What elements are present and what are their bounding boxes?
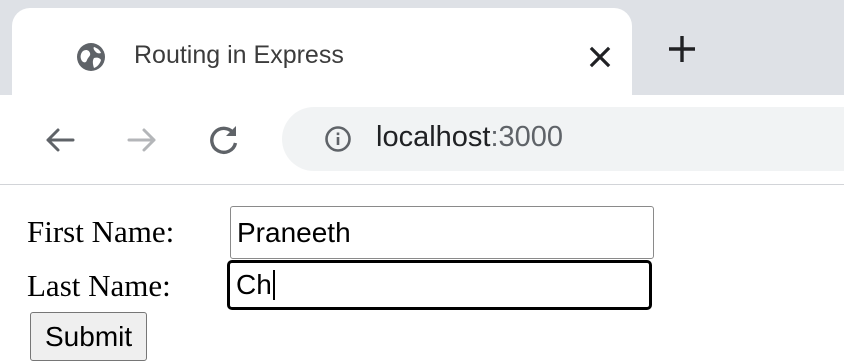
- first-name-label: First Name:: [27, 214, 175, 249]
- first-name-input[interactable]: Praneeth: [230, 206, 654, 259]
- arrow-left-icon[interactable]: [42, 122, 78, 158]
- last-name-input[interactable]: Ch: [227, 260, 652, 310]
- tab-routing-in-express[interactable]: Routing in Express: [12, 8, 632, 95]
- url-host: localhost: [376, 121, 491, 153]
- info-icon[interactable]: [324, 125, 352, 153]
- close-icon[interactable]: [586, 43, 614, 71]
- browser-toolbar: localhost:3000: [0, 95, 844, 185]
- globe-icon: [76, 42, 106, 72]
- url-port: :3000: [490, 121, 564, 153]
- address-bar[interactable]: localhost:3000: [282, 107, 844, 171]
- last-name-value: Ch: [236, 269, 272, 300]
- first-name-value: Praneeth: [237, 216, 351, 248]
- text-caret: [272, 270, 275, 300]
- tab-title: Routing in Express: [134, 41, 344, 69]
- page-content: First Name: Praneeth Last Name: Ch Submi…: [0, 186, 844, 363]
- reload-icon[interactable]: [206, 122, 242, 158]
- last-name-label: Last Name:: [27, 268, 171, 303]
- url-text: localhost:3000: [376, 121, 563, 154]
- plus-icon[interactable]: [666, 33, 698, 65]
- tab-strip: Routing in Express: [0, 0, 844, 95]
- arrow-right-icon[interactable]: [124, 122, 160, 158]
- submit-button[interactable]: Submit: [30, 312, 148, 361]
